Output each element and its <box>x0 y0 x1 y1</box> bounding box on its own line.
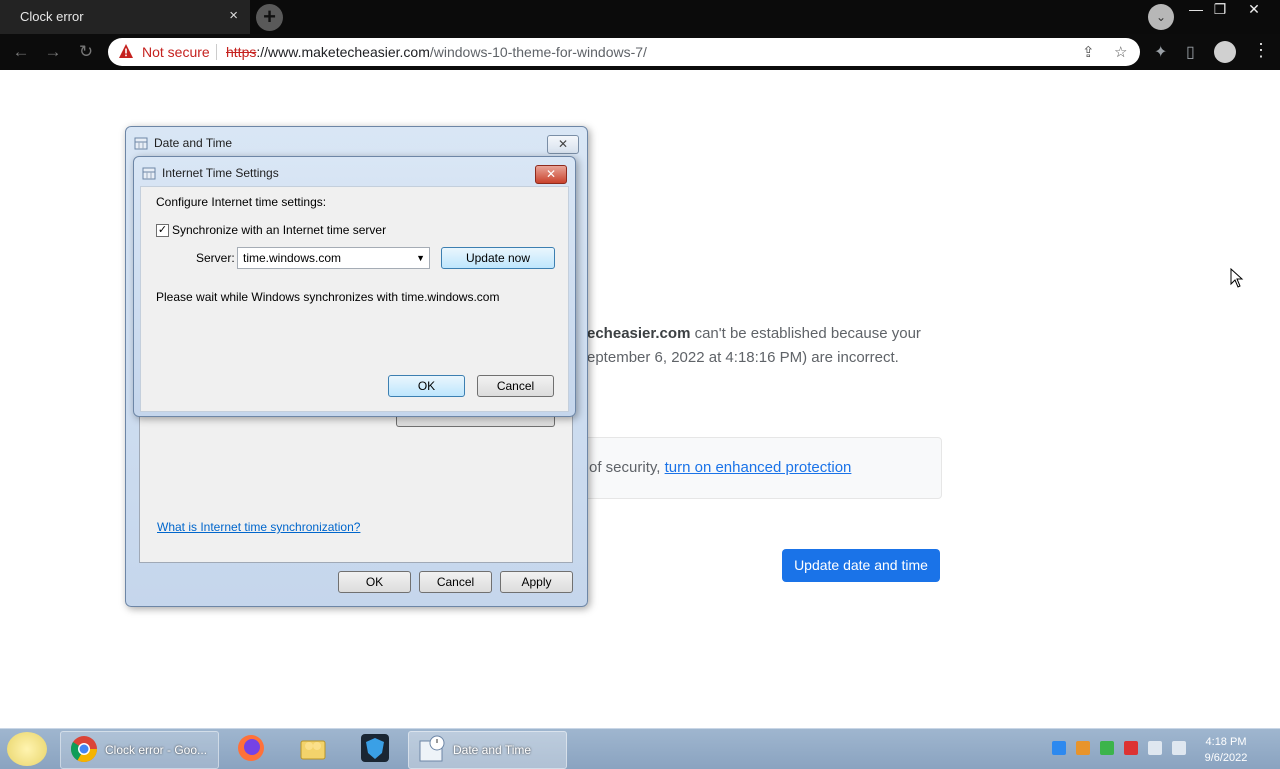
mouse-cursor-icon <box>1230 268 1244 288</box>
firefox-icon[interactable] <box>236 733 266 763</box>
date-time-apply-button[interactable]: Apply <box>500 571 573 593</box>
sync-status-text: Please wait while Windows synchronizes w… <box>156 290 500 304</box>
tab-search-icon[interactable]: ⌄ <box>1148 4 1174 30</box>
security-box: of security, turn on enhanced protection <box>560 437 942 499</box>
tray-network-icon[interactable] <box>1052 741 1066 755</box>
url-path: /windows-10-theme-for-windows-7/ <box>429 44 647 60</box>
date-time-ok-button[interactable]: OK <box>338 571 411 593</box>
bookmark-star-icon[interactable]: ☆ <box>1114 43 1127 61</box>
internet-time-cancel-button[interactable]: Cancel <box>477 375 554 397</box>
taskbar-item-date-time[interactable]: Date and Time <box>408 731 567 769</box>
date-time-client: What is Internet time synchronization? <box>139 412 573 563</box>
back-arrow-icon[interactable]: ← <box>10 42 32 62</box>
security-text: of security, turn on enhanced protection <box>589 456 851 480</box>
calendar-icon <box>134 137 148 150</box>
server-value: time.windows.com <box>243 251 342 265</box>
not-secure-label[interactable]: Not secure <box>142 44 210 60</box>
tab-close-icon[interactable]: × <box>229 7 238 24</box>
warning-icon <box>119 44 133 58</box>
internet-time-settings-dialog: Internet Time Settings ✕ Configure Inter… <box>133 156 576 417</box>
clock-time: 4:18 PM <box>1205 736 1247 748</box>
url-host: ://www.maketecheasier.com <box>256 44 430 60</box>
internet-time-ok-button[interactable]: OK <box>388 375 465 397</box>
taskbar-clock[interactable]: 4:18 PM 9/6/2022 <box>1196 734 1256 766</box>
share-icon[interactable]: ⇪ <box>1082 43 1095 61</box>
date-time-title: Date and Time <box>154 136 233 150</box>
configure-heading: Configure Internet time settings: <box>156 195 327 209</box>
clock-date: 9/6/2022 <box>1204 752 1248 764</box>
error-line-2: eptember 6, 2022 at 4:18:16 PM) are inco… <box>587 349 899 366</box>
error-host: echeasier.com <box>587 325 691 342</box>
taskbar-item-chrome[interactable]: Clock error - Goo... <box>60 731 219 769</box>
url-scheme: https <box>226 44 257 60</box>
internet-time-help-link[interactable]: What is Internet time synchronization? <box>157 520 360 534</box>
profile-avatar-icon[interactable] <box>1214 41 1236 63</box>
tray-monitor-icon[interactable] <box>1148 741 1162 755</box>
calendar-icon <box>142 167 156 180</box>
internet-time-close-icon[interactable]: ✕ <box>535 165 567 184</box>
sync-checkbox[interactable]: ✓ <box>156 224 169 237</box>
vpn-shield-icon[interactable] <box>360 733 390 763</box>
tray-volume-icon[interactable] <box>1172 741 1186 755</box>
update-now-button[interactable]: Update now <box>441 247 555 269</box>
server-label: Server: <box>196 251 235 265</box>
taskbar-chrome-label: Clock error - Goo... <box>105 743 208 757</box>
reload-icon[interactable]: ↻ <box>75 42 97 62</box>
menu-kebab-icon[interactable]: ⋮ <box>1252 40 1270 61</box>
sync-label[interactable]: Synchronize with an Internet time server <box>172 223 386 237</box>
tray-flag-icon[interactable] <box>1124 741 1138 755</box>
date-time-cancel-button[interactable]: Cancel <box>419 571 492 593</box>
url-text[interactable]: https://www.maketecheasier.com/windows-1… <box>226 44 647 60</box>
security-prefix: of security, <box>589 459 665 476</box>
date-time-close-icon[interactable]: ✕ <box>547 135 579 154</box>
close-window-icon[interactable]: ✕ <box>1240 1 1268 18</box>
omnibox-separator <box>216 44 217 60</box>
update-date-time-button[interactable]: Update date and time <box>782 549 940 582</box>
server-combobox[interactable]: time.windows.com ▼ <box>237 247 430 269</box>
internet-time-title: Internet Time Settings <box>162 166 279 180</box>
chrome-icon <box>70 736 98 763</box>
error-line-1: echeasier.com can't be established becau… <box>587 322 921 346</box>
chevron-down-icon[interactable]: ▼ <box>416 248 425 268</box>
new-tab-button[interactable]: + <box>256 4 283 31</box>
internet-time-client: Configure Internet time settings: ✓ Sync… <box>140 186 569 412</box>
tab-clock-error[interactable]: Clock error × <box>0 0 250 34</box>
restore-icon[interactable]: ❐ <box>1206 1 1234 18</box>
extensions-icon[interactable]: ✦ <box>1154 42 1167 62</box>
taskbar-datetime-label: Date and Time <box>453 743 532 757</box>
side-panel-icon[interactable]: ▯ <box>1186 42 1195 62</box>
tab-title: Clock error <box>20 9 84 24</box>
taskbar: Clock error - Goo... Date and Time 4:18 … <box>0 728 1280 769</box>
tray-check-icon[interactable] <box>1100 741 1114 755</box>
tab-strip: Clock error × + ⌄ — ❐ ✕ <box>0 0 1280 34</box>
address-bar[interactable]: Not secure https://www.maketecheasier.co… <box>108 38 1140 66</box>
error-line-1-rest: can't be established because your <box>690 325 921 342</box>
forward-arrow-icon[interactable]: → <box>42 42 64 62</box>
start-button-icon[interactable] <box>7 732 47 766</box>
enhanced-protection-link[interactable]: turn on enhanced protection <box>665 459 852 476</box>
date-time-clock-icon <box>419 735 445 762</box>
tray-search-icon[interactable] <box>1076 741 1090 755</box>
folder-icon[interactable] <box>298 733 328 763</box>
